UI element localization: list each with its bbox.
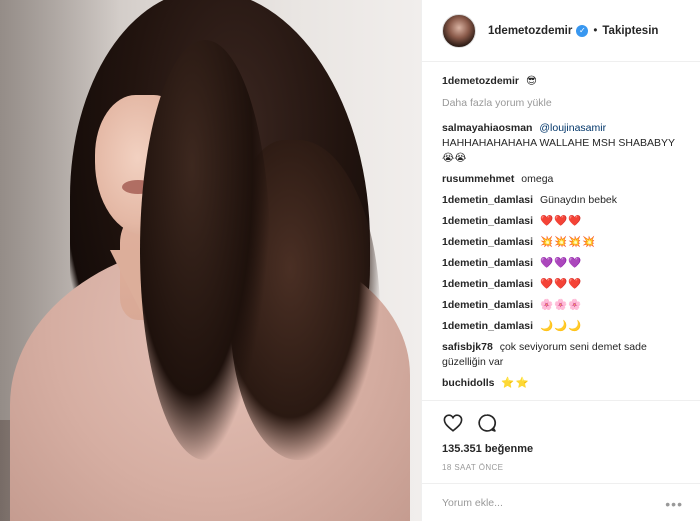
photo-hair-front	[140, 40, 270, 460]
comment-text: 🌸🌸🌸	[539, 299, 583, 311]
add-comment-input[interactable]	[442, 496, 642, 509]
comment-icon[interactable]	[476, 412, 498, 434]
comment-text: 💥💥💥💥	[539, 236, 597, 248]
comment-text: HAHHAHAHAHAHA WALLAHE MSH SHABABYY😭😭	[442, 137, 676, 164]
comment-mention[interactable]: @loujinasamir	[539, 122, 606, 134]
load-more-comments-button[interactable]: Daha fazla yorum yükle	[442, 97, 680, 109]
comment-item: 1demetin_damlasi 💜💜💜	[442, 256, 680, 271]
add-comment-bar: •••	[422, 483, 700, 521]
comment-item: 1demetin_damlasi 🌙🌙🌙	[442, 319, 680, 334]
comment-username[interactable]: buchidolls	[442, 377, 495, 389]
comment-item: buchidolls ⭐⭐	[442, 376, 680, 391]
comment-text: omega	[521, 173, 554, 185]
post-timestamp: 18 SAAT ÖNCE	[442, 463, 504, 472]
likes-count[interactable]: 135.351 beğenme	[442, 443, 681, 455]
avatar[interactable]	[442, 13, 476, 48]
caption-username[interactable]: 1demetozdemir	[442, 75, 519, 87]
comment-item: rusummehmet omega	[442, 172, 680, 187]
comment-username[interactable]: salmayahiaosman	[442, 122, 532, 134]
comment-text: Günaydın bebek	[539, 194, 618, 206]
verified-badge-icon: ✓	[576, 24, 589, 37]
comment-item: 1demetin_damlasi Günaydın bebek	[442, 193, 680, 208]
comments-list: 1demetozdemir 😎 Daha fazla yorum yükle s…	[422, 62, 700, 391]
action-icons	[442, 409, 681, 437]
comment-username[interactable]: 1demetin_damlasi	[442, 299, 533, 311]
comment-username[interactable]: 1demetin_damlasi	[442, 278, 533, 290]
comment-text: ❤️❤️❤️	[539, 278, 583, 290]
follow-status-button[interactable]: Takiptesin	[602, 25, 658, 37]
header-separator: •	[593, 24, 598, 37]
comment-text: ⭐⭐	[501, 377, 530, 389]
comment-username[interactable]: 1demetin_damlasi	[442, 215, 533, 227]
comment-text: 💜💜💜	[539, 257, 583, 269]
comment-username[interactable]: 1demetin_damlasi	[442, 194, 533, 206]
comment-username[interactable]: safisbjk78	[442, 341, 493, 353]
comment-item: 1demetin_damlasi 💥💥💥💥	[442, 235, 680, 250]
comment-text: 🌙🌙🌙	[539, 320, 583, 332]
comment-item: 1demetin_damlasi 🌸🌸🌸	[442, 298, 680, 313]
post-header: 1demetozdemir ✓ • Takiptesin	[422, 0, 700, 62]
comment-item: salmayahiaosman @loujinasamir HAHHAHAHAH…	[442, 121, 680, 166]
more-options-icon[interactable]: •••	[665, 496, 683, 512]
instagram-post: 1demetozdemir ✓ • Takiptesin 1demetozdem…	[0, 0, 700, 521]
comment-username[interactable]: rusummehmet	[442, 173, 514, 185]
post-actions: 135.351 beğenme 18 SAAT ÖNCE	[422, 400, 700, 472]
post-photo[interactable]	[0, 0, 421, 521]
comment-text: ❤️❤️❤️	[539, 215, 583, 227]
comment-item: safisbjk78 çok seviyorum seni demet sade…	[442, 340, 680, 370]
post-details-panel: 1demetozdemir ✓ • Takiptesin 1demetozdem…	[421, 0, 700, 521]
comment-item: 1demetin_damlasi ❤️❤️❤️	[442, 277, 680, 292]
caption: 1demetozdemir 😎	[442, 74, 680, 89]
header-username[interactable]: 1demetozdemir	[488, 25, 572, 37]
comment-item: 1demetin_damlasi ❤️❤️❤️	[442, 214, 680, 229]
comment-username[interactable]: 1demetin_damlasi	[442, 320, 533, 332]
header-text: 1demetozdemir ✓ • Takiptesin	[488, 24, 658, 37]
caption-text: 😎	[525, 75, 538, 87]
comment-username[interactable]: 1demetin_damlasi	[442, 236, 533, 248]
comment-username[interactable]: 1demetin_damlasi	[442, 257, 533, 269]
heart-icon[interactable]	[442, 412, 464, 434]
